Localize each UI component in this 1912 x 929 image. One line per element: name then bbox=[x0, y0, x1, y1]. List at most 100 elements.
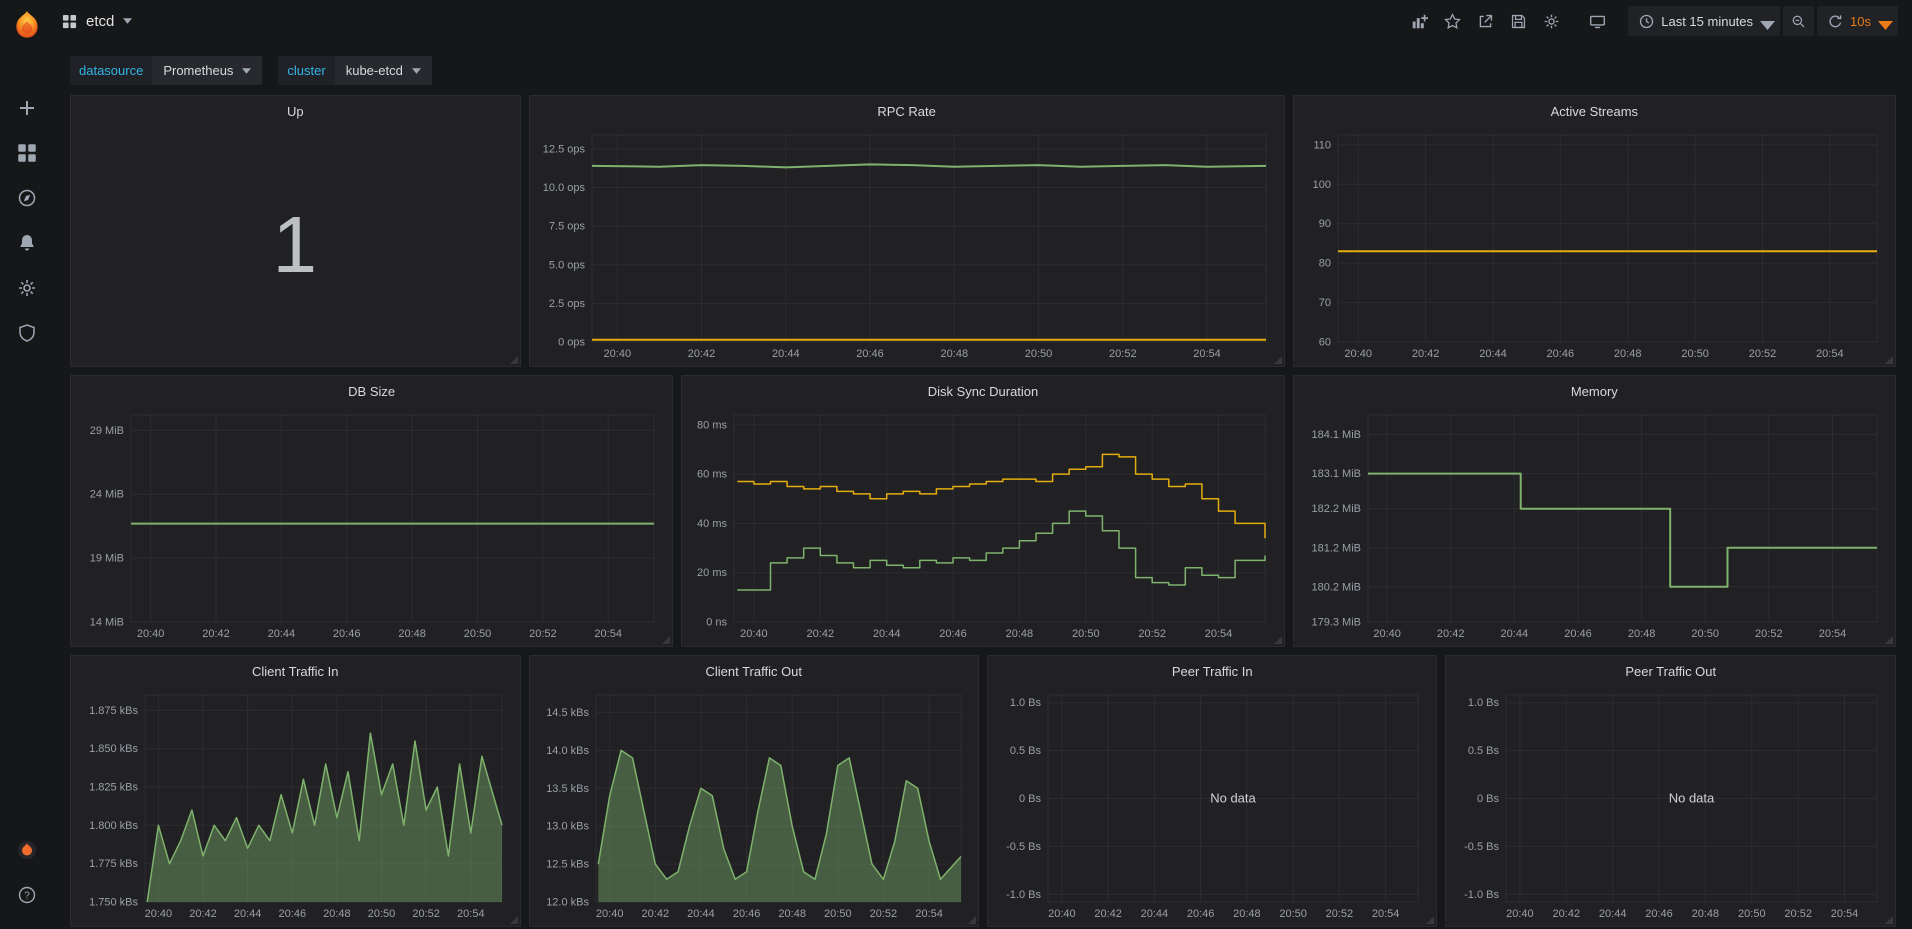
variable-datasource-value[interactable]: Prometheus bbox=[152, 56, 262, 85]
memory-chart[interactable]: 179.3 MiB180.2 MiB181.2 MiB182.2 MiB183.… bbox=[1298, 405, 1891, 644]
panel-memory: Memory 179.3 MiB180.2 MiB181.2 MiB182.2 … bbox=[1293, 375, 1896, 647]
panel-peer-traffic-in: Peer Traffic In -1.0 Bs-0.5 Bs0 Bs0.5 Bs… bbox=[987, 655, 1437, 927]
svg-text:20:46: 20:46 bbox=[333, 628, 361, 640]
svg-text:29 MiB: 29 MiB bbox=[90, 425, 124, 437]
svg-text:184.1 MiB: 184.1 MiB bbox=[1311, 429, 1361, 441]
refresh-picker[interactable]: 10s bbox=[1817, 6, 1898, 36]
svg-text:20:42: 20:42 bbox=[687, 348, 715, 360]
panel-client-traffic-in: Client Traffic In 1.750 kBs1.775 kBs1.80… bbox=[70, 655, 521, 927]
svg-text:19 MiB: 19 MiB bbox=[90, 553, 124, 565]
svg-text:20:50: 20:50 bbox=[464, 628, 492, 640]
svg-text:20:48: 20:48 bbox=[1627, 628, 1655, 640]
dashboard-settings-button[interactable] bbox=[1536, 6, 1566, 36]
variable-cluster-value[interactable]: kube-etcd bbox=[335, 56, 432, 85]
svg-text:70: 70 bbox=[1318, 297, 1330, 309]
svg-text:20:54: 20:54 bbox=[594, 628, 622, 640]
variable-datasource-caret-down-icon bbox=[242, 68, 251, 74]
svg-text:-1.0 Bs: -1.0 Bs bbox=[1465, 889, 1500, 901]
refresh-interval-label: 10s bbox=[1850, 14, 1871, 29]
svg-text:20:46: 20:46 bbox=[279, 908, 307, 920]
svg-text:14.5 kBs: 14.5 kBs bbox=[546, 707, 589, 719]
svg-text:20:52: 20:52 bbox=[529, 628, 557, 640]
svg-text:No data: No data bbox=[1210, 791, 1256, 806]
dashboards-icon[interactable] bbox=[0, 130, 54, 175]
panel-rpc-rate-title[interactable]: RPC Rate bbox=[530, 96, 1284, 123]
panel-active-streams: Active Streams 6070809010011020:4020:422… bbox=[1293, 95, 1896, 367]
navbar-actions: Last 15 minutes 10s bbox=[1404, 6, 1898, 36]
svg-text:20:50: 20:50 bbox=[1681, 348, 1709, 360]
svg-text:40 ms: 40 ms bbox=[697, 518, 727, 530]
server-admin-shield-icon[interactable] bbox=[0, 310, 54, 355]
client-traffic-out-chart[interactable]: 12.0 kBs12.5 kBs13.0 kBs13.5 kBs14.0 kBs… bbox=[534, 685, 975, 924]
svg-text:20:46: 20:46 bbox=[940, 628, 968, 640]
svg-text:20:52: 20:52 bbox=[1748, 348, 1776, 360]
variable-datasource[interactable]: datasource Prometheus bbox=[70, 56, 262, 85]
panel-db-size: DB Size 14 MiB19 MiB24 MiB29 MiB20:4020:… bbox=[70, 375, 673, 647]
svg-text:20:46: 20:46 bbox=[1546, 348, 1574, 360]
panel-peer-traffic-in-title[interactable]: Peer Traffic In bbox=[988, 656, 1436, 683]
grafana-logo-icon[interactable] bbox=[10, 9, 44, 43]
svg-text:0 ns: 0 ns bbox=[707, 617, 728, 629]
svg-text:20:48: 20:48 bbox=[778, 908, 806, 920]
star-dashboard-button[interactable] bbox=[1437, 6, 1467, 36]
add-panel-button[interactable] bbox=[1404, 6, 1434, 36]
panel-client-traffic-in-title[interactable]: Client Traffic In bbox=[71, 656, 520, 683]
zoom-out-button[interactable] bbox=[1783, 6, 1814, 36]
configuration-gear-icon[interactable] bbox=[0, 265, 54, 310]
alerting-bell-icon[interactable] bbox=[0, 220, 54, 265]
svg-text:0.5 Bs: 0.5 Bs bbox=[1468, 745, 1500, 757]
panel-memory-title[interactable]: Memory bbox=[1294, 376, 1895, 403]
dashboard-canvas: Up 1 RPC Rate 0 ops2.5 ops5.0 ops7.5 ops… bbox=[54, 95, 1912, 929]
share-dashboard-button[interactable] bbox=[1470, 6, 1500, 36]
svg-text:1.800 kBs: 1.800 kBs bbox=[89, 820, 138, 832]
panel-peer-traffic-out: Peer Traffic Out -1.0 Bs-0.5 Bs0 Bs0.5 B… bbox=[1445, 655, 1896, 927]
svg-text:12.5 ops: 12.5 ops bbox=[542, 143, 585, 155]
panel-client-traffic-out-title[interactable]: Client Traffic Out bbox=[530, 656, 979, 683]
svg-text:179.3 MiB: 179.3 MiB bbox=[1311, 617, 1361, 629]
panel-disk-sync-duration: Disk Sync Duration 0 ns20 ms40 ms60 ms80… bbox=[681, 375, 1284, 647]
help-icon[interactable]: ? bbox=[0, 872, 54, 917]
svg-text:182.2 MiB: 182.2 MiB bbox=[1311, 503, 1361, 515]
svg-text:24 MiB: 24 MiB bbox=[90, 489, 124, 501]
variable-cluster[interactable]: cluster kube-etcd bbox=[278, 56, 431, 85]
rpc-rate-chart[interactable]: 0 ops2.5 ops5.0 ops7.5 ops10.0 ops12.5 o… bbox=[534, 125, 1280, 364]
dashboard-grid-icon bbox=[62, 14, 77, 29]
user-avatar[interactable] bbox=[0, 827, 54, 872]
svg-text:20:52: 20:52 bbox=[1785, 908, 1813, 920]
panel-db-size-title[interactable]: DB Size bbox=[71, 376, 672, 403]
panel-up-title[interactable]: Up bbox=[71, 96, 520, 123]
svg-text:20:40: 20:40 bbox=[1048, 908, 1076, 920]
panel-peer-traffic-out-title[interactable]: Peer Traffic Out bbox=[1446, 656, 1895, 683]
client-traffic-in-chart[interactable]: 1.750 kBs1.775 kBs1.800 kBs1.825 kBs1.85… bbox=[75, 685, 516, 924]
svg-text:10.0 ops: 10.0 ops bbox=[542, 182, 585, 194]
panel-active-streams-title[interactable]: Active Streams bbox=[1294, 96, 1895, 123]
explore-compass-icon[interactable] bbox=[0, 175, 54, 220]
svg-text:14.0 kBs: 14.0 kBs bbox=[546, 745, 589, 757]
cycle-view-tv-button[interactable] bbox=[1582, 6, 1612, 36]
svg-text:20:42: 20:42 bbox=[1553, 908, 1581, 920]
clock-icon bbox=[1639, 14, 1654, 29]
svg-text:20:48: 20:48 bbox=[1692, 908, 1720, 920]
up-stat-value: 1 bbox=[71, 123, 520, 366]
svg-text:20:50: 20:50 bbox=[1024, 348, 1052, 360]
svg-text:20:50: 20:50 bbox=[368, 908, 396, 920]
svg-text:-0.5 Bs: -0.5 Bs bbox=[1006, 841, 1041, 853]
panel-disk-sync-duration-title[interactable]: Disk Sync Duration bbox=[682, 376, 1283, 403]
time-range-caret-down-icon bbox=[1760, 18, 1769, 24]
refresh-icon bbox=[1828, 14, 1843, 29]
svg-text:20:46: 20:46 bbox=[1564, 628, 1592, 640]
svg-text:20:44: 20:44 bbox=[873, 628, 901, 640]
svg-text:20:40: 20:40 bbox=[595, 908, 623, 920]
time-range-picker[interactable]: Last 15 minutes bbox=[1628, 6, 1780, 36]
disk-sync-duration-chart[interactable]: 0 ns20 ms40 ms60 ms80 ms20:4020:4220:442… bbox=[686, 405, 1279, 644]
dashboard-title-button[interactable]: etcd bbox=[62, 13, 132, 30]
svg-text:-1.0 Bs: -1.0 Bs bbox=[1006, 889, 1041, 901]
svg-text:?: ? bbox=[24, 890, 30, 901]
peer-traffic-out-chart[interactable]: -1.0 Bs-0.5 Bs0 Bs0.5 Bs1.0 Bs20:4020:42… bbox=[1450, 685, 1891, 924]
create-plus-icon[interactable] bbox=[0, 85, 54, 130]
panel-rpc-rate: RPC Rate 0 ops2.5 ops5.0 ops7.5 ops10.0 … bbox=[529, 95, 1285, 367]
peer-traffic-in-chart[interactable]: -1.0 Bs-0.5 Bs0 Bs0.5 Bs1.0 Bs20:4020:42… bbox=[992, 685, 1432, 924]
db-size-chart[interactable]: 14 MiB19 MiB24 MiB29 MiB20:4020:4220:442… bbox=[75, 405, 668, 644]
active-streams-chart[interactable]: 6070809010011020:4020:4220:4420:4620:482… bbox=[1298, 125, 1891, 364]
save-dashboard-button[interactable] bbox=[1503, 6, 1533, 36]
